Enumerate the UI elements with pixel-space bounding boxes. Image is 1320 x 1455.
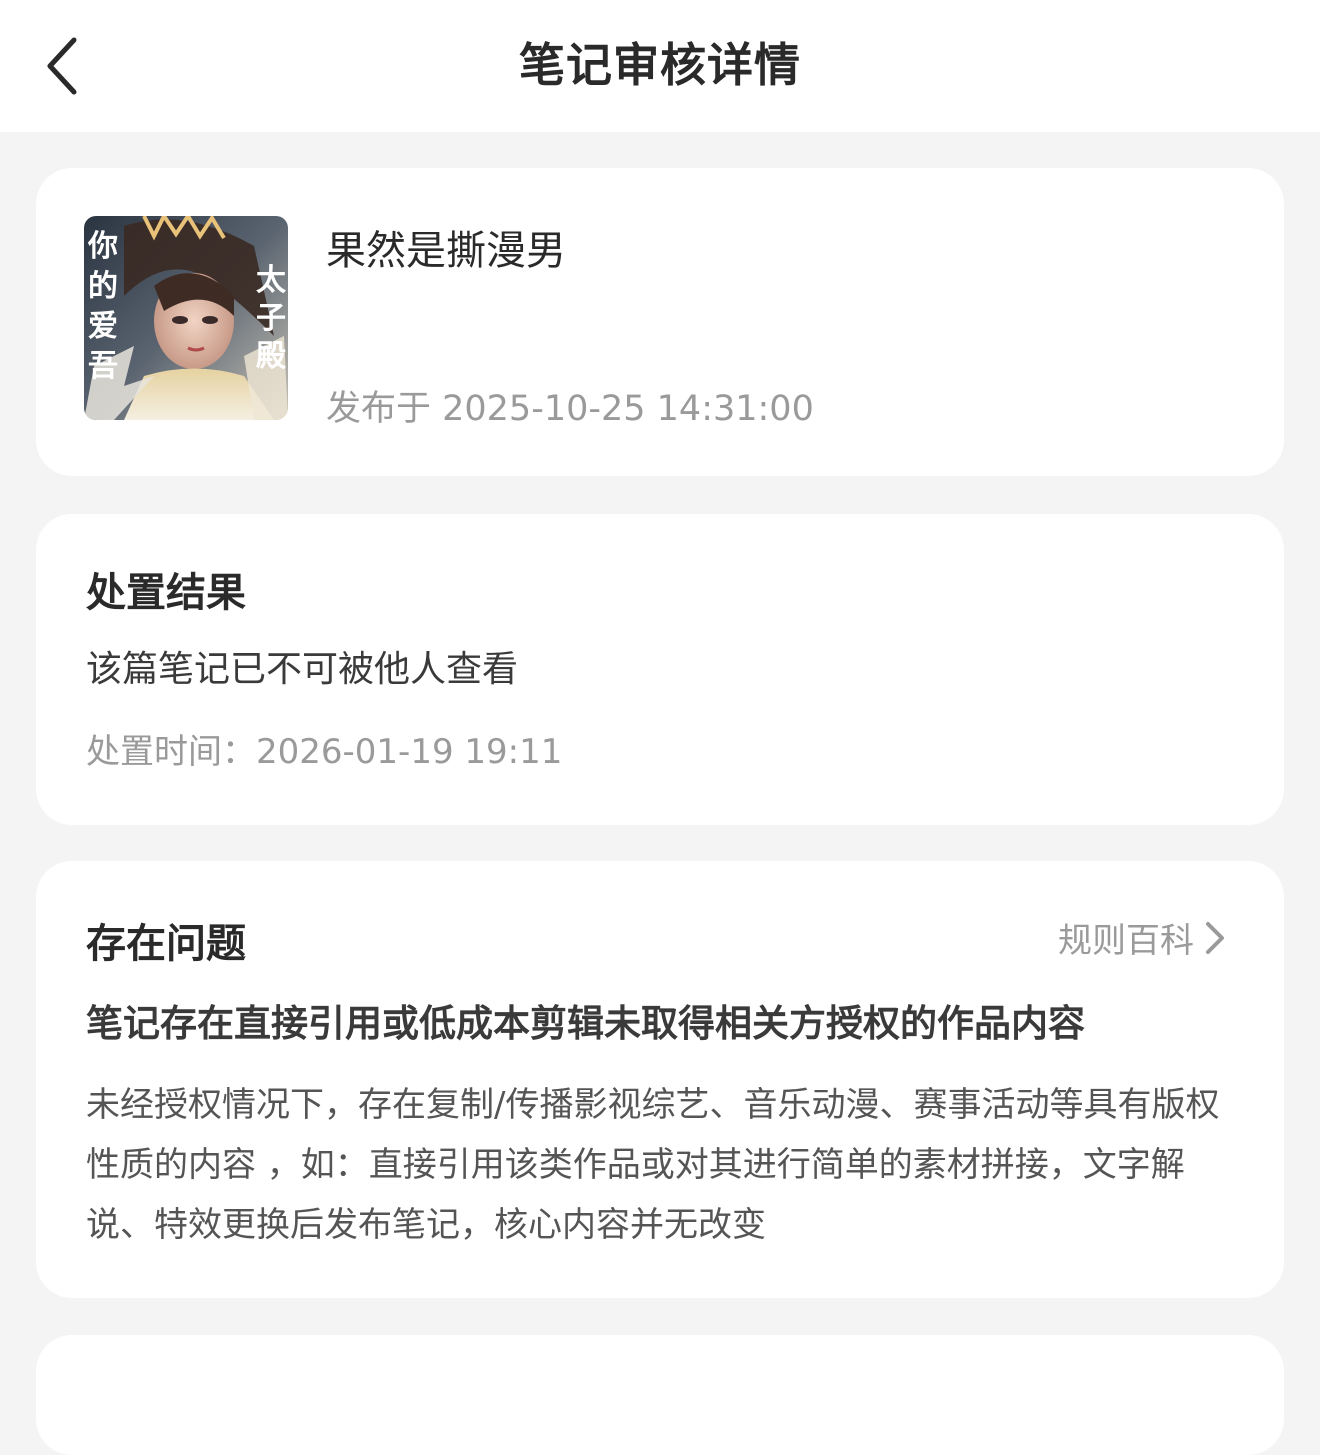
result-card: 处置结果 该篇笔记已不可被他人查看 处置时间：2026-01-19 19:11 — [36, 514, 1284, 825]
result-time: 处置时间：2026-01-19 19:11 — [86, 732, 563, 772]
svg-text:吾: 吾 — [88, 349, 118, 384]
page-title: 笔记审核详情 — [519, 38, 801, 92]
issue-section-title: 存在问题 — [86, 921, 246, 967]
issue-card: 存在问题 规则百科 笔记存在直接引用或低成本剪辑未取得相关方授权的作品内容 未经… — [36, 861, 1284, 1298]
svg-text:子: 子 — [256, 301, 286, 336]
svg-text:你: 你 — [87, 229, 118, 264]
note-cover-image[interactable]: 你 的 爱 吾 太 子 殿 — [84, 216, 288, 420]
rules-wiki-link[interactable]: 规则百科 — [1058, 913, 1226, 962]
svg-text:殿: 殿 — [256, 339, 286, 374]
rules-wiki-label: 规则百科 — [1058, 921, 1194, 961]
note-card[interactable]: 你 的 爱 吾 太 子 殿 果然是撕漫男 发布于 2025-10-25 14:3… — [36, 168, 1284, 476]
next-card — [36, 1335, 1284, 1455]
svg-text:太: 太 — [256, 263, 287, 298]
chevron-right-icon — [1206, 921, 1224, 954]
issue-headline: 笔记存在直接引用或低成本剪辑未取得相关方授权的作品内容 — [86, 1002, 1085, 1045]
note-title[interactable]: 果然是撕漫男 — [326, 218, 566, 276]
svg-text:爱: 爱 — [88, 309, 118, 344]
result-text: 该篇笔记已不可被他人查看 — [86, 649, 519, 690]
issue-description: 未经授权情况下，存在复制/传播影视综艺、音乐动漫、赛事活动等具有版权性质的内容 … — [86, 1085, 1220, 1245]
svg-text:的: 的 — [88, 269, 118, 304]
publish-time: 发布于 2025-10-25 14:31:00 — [326, 389, 814, 429]
nav-bar: 笔记审核详情 — [0, 0, 1320, 132]
result-section-title: 处置结果 — [86, 570, 246, 616]
